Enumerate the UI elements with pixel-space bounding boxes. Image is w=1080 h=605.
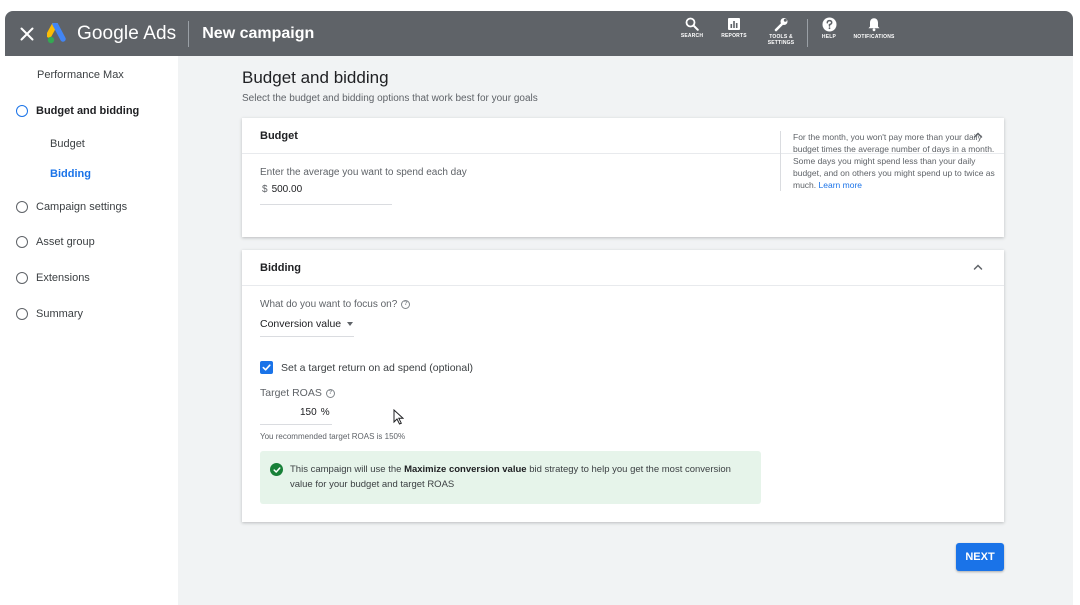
sidebar-item-asset-group[interactable]: Asset group xyxy=(16,236,95,248)
page-title: New campaign xyxy=(202,24,315,42)
daily-budget-input[interactable]: $ 500.00 xyxy=(262,184,302,195)
header-divider xyxy=(188,20,190,47)
help-tool-label: HELP xyxy=(821,34,837,40)
chevron-up-icon[interactable] xyxy=(972,261,984,273)
help-icon xyxy=(822,17,836,32)
target-roas-underline xyxy=(260,424,332,425)
budget-card-title: Budget xyxy=(260,129,298,142)
help-circle-icon[interactable]: ? xyxy=(325,388,335,398)
info-text-pre: This campaign will use the xyxy=(290,464,405,475)
target-roas-checkbox[interactable] xyxy=(260,361,273,374)
target-roas-value: 150 xyxy=(300,407,317,418)
target-roas-label-text: Target ROAS xyxy=(260,387,322,399)
campaign-steps-sidebar: Performance Max Budget and bidding Budge… xyxy=(5,56,178,605)
sidebar-item-label: Campaign settings xyxy=(36,201,128,213)
bidding-card-header[interactable]: Bidding xyxy=(242,250,1004,286)
sidebar-subitem-budget[interactable]: Budget xyxy=(50,138,85,150)
section-subtitle: Select the budget and bidding options th… xyxy=(242,93,538,104)
target-roas-hint: You recommended target ROAS is 150% xyxy=(260,432,406,441)
focus-select-underline xyxy=(260,336,354,337)
daily-budget-label: Enter the average you want to spend each… xyxy=(260,167,467,178)
checkmark-icon xyxy=(262,364,271,371)
sidebar-subitem-bidding[interactable]: Bidding xyxy=(50,168,91,180)
search-tool-button[interactable]: SEARCH xyxy=(671,11,713,39)
bidding-card-title: Bidding xyxy=(260,261,301,274)
top-app-bar: Google Ads New campaign SEARCH REPORTS T… xyxy=(5,11,1073,56)
info-text-strategy: Maximize conversion value xyxy=(404,464,527,475)
daily-budget-value: 500.00 xyxy=(271,184,303,195)
sidebar-item-budget-and-bidding[interactable]: Budget and bidding xyxy=(16,105,139,117)
sidebar-item-label: Asset group xyxy=(36,236,95,248)
step-circle-icon xyxy=(16,236,28,248)
help-circle-icon[interactable]: ? xyxy=(401,299,411,309)
notifications-tool-button[interactable]: NOTIFICATIONS xyxy=(850,11,898,40)
help-tool-button[interactable]: HELP xyxy=(808,11,850,40)
wrench-icon xyxy=(774,18,788,32)
focus-label: What do you want to focus on?? xyxy=(260,299,411,310)
sidebar-item-label: Budget and bidding xyxy=(36,105,140,117)
bid-strategy-info-box: This campaign will use the Maximize conv… xyxy=(260,451,761,504)
brand-name: Google Ads xyxy=(77,22,177,44)
focus-select-value: Conversion value xyxy=(260,318,342,330)
close-icon xyxy=(20,27,34,40)
currency-symbol: $ xyxy=(262,184,268,195)
target-roas-label: Target ROAS? xyxy=(260,387,335,399)
tools-settings-button[interactable]: TOOLS & SETTINGS xyxy=(755,11,807,46)
target-roas-unit: % xyxy=(320,407,330,418)
sidebar-item-label: Summary xyxy=(36,308,84,320)
daily-budget-underline xyxy=(260,204,392,205)
sidebar-item-campaign-settings[interactable]: Campaign settings xyxy=(16,201,127,213)
check-circle-icon xyxy=(270,463,283,476)
search-icon xyxy=(685,17,699,31)
next-button[interactable]: NEXT xyxy=(956,543,1004,571)
search-tool-label: SEARCH xyxy=(680,33,704,39)
sidebar-item-label: Bidding xyxy=(50,168,91,180)
sidebar-item-extensions[interactable]: Extensions xyxy=(16,272,90,284)
google-ads-logo-icon xyxy=(47,22,66,43)
sidebar-item-label: Extensions xyxy=(36,272,90,284)
target-roas-checkbox-label[interactable]: Set a target return on ad spend (optiona… xyxy=(281,362,473,374)
section-title: Budget and bidding xyxy=(242,68,389,87)
google-ads-logo[interactable]: Google Ads xyxy=(47,22,177,45)
step-active-circle-icon xyxy=(16,105,28,117)
budget-help-note: For the month, you won't pay more than y… xyxy=(780,131,1004,191)
target-roas-input[interactable]: 150 % xyxy=(300,407,330,418)
sidebar-item-performance-max[interactable]: Performance Max xyxy=(37,69,124,81)
sidebar-item-summary[interactable]: Summary xyxy=(16,308,83,320)
learn-more-link[interactable]: Learn more xyxy=(819,180,862,190)
reports-icon xyxy=(728,18,740,30)
step-circle-icon xyxy=(16,201,28,213)
bidding-card: Bidding What do you want to focus on?? C… xyxy=(242,250,1004,522)
focus-label-text: What do you want to focus on? xyxy=(260,299,398,310)
checkmark-icon xyxy=(272,466,281,473)
caret-down-icon xyxy=(347,322,354,326)
header-tools: SEARCH REPORTS TOOLS & SETTINGS HELP NOT… xyxy=(671,11,898,56)
sidebar-item-label: Performance Max xyxy=(37,69,124,81)
focus-select[interactable]: Conversion value xyxy=(260,318,354,330)
reports-tool-button[interactable]: REPORTS xyxy=(713,11,755,39)
notifications-tool-label: NOTIFICATIONS xyxy=(853,34,895,40)
mouse-cursor-icon xyxy=(393,409,404,425)
budget-card: Budget Enter the average you want to spe… xyxy=(242,118,1004,237)
reports-tool-label: REPORTS xyxy=(721,33,747,39)
step-circle-icon xyxy=(16,272,28,284)
step-circle-icon xyxy=(16,308,28,320)
tools-settings-label: TOOLS & SETTINGS xyxy=(767,34,795,46)
sidebar-item-label: Budget xyxy=(50,138,85,150)
bell-icon xyxy=(868,18,880,32)
close-button[interactable] xyxy=(7,11,47,56)
